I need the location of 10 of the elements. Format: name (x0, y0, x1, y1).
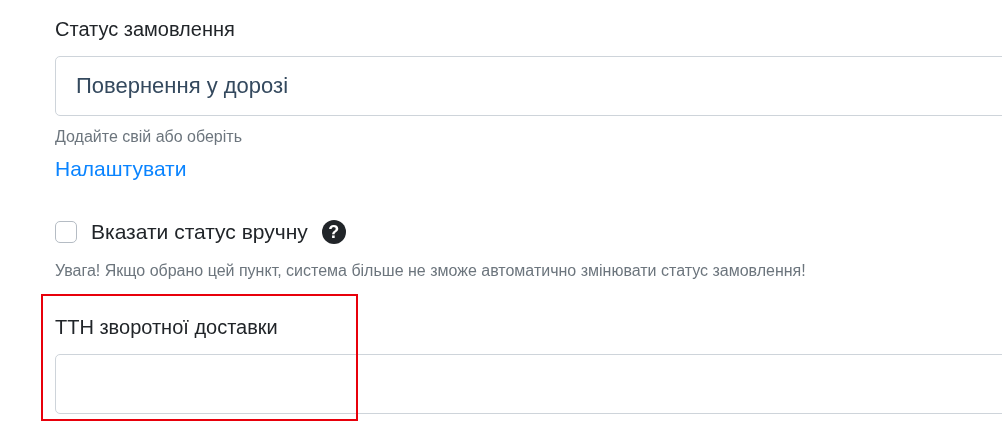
field-label: Статус замовлення (55, 17, 236, 42)
field-label: ТТН зворотної доставки (55, 315, 279, 340)
warning-text: Увага! Якщо обрано цей пункт, система більше не зможе автоматично змінювати статус замовлення! (55, 261, 807, 281)
checkbox[interactable] (55, 221, 77, 243)
hint-text: Додайте свій або оберіть (55, 127, 243, 147)
settings-link[interactable]: Налаштувати (55, 156, 187, 182)
checkbox-label[interactable]: Вказати статус вручну (91, 220, 308, 244)
status-field[interactable]: Повернення у дорозі (55, 56, 1002, 116)
ttn-field[interactable] (55, 354, 1002, 414)
help-icon[interactable]: ? (321, 220, 346, 244)
